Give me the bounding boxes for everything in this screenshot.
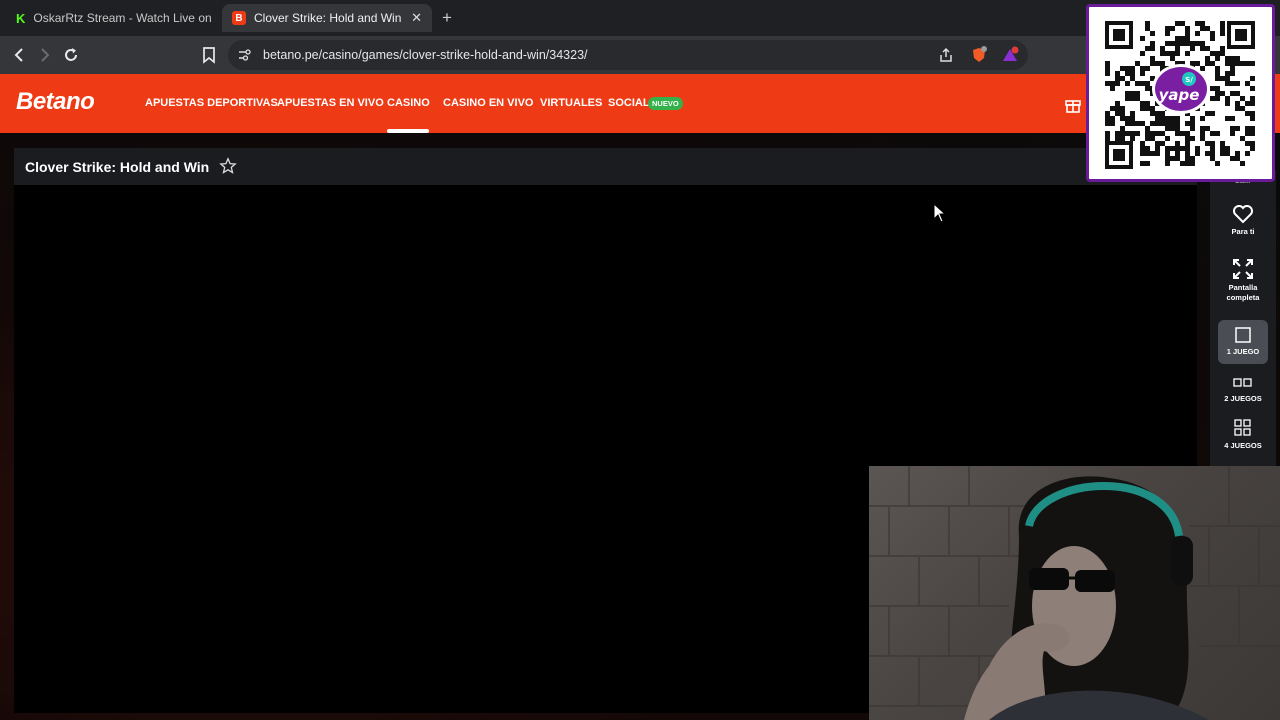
four-games-label: 4 JUEGOS [1224, 441, 1262, 450]
back-arrow-icon [14, 48, 23, 62]
forward-arrow-icon [41, 48, 50, 62]
kick-favicon-icon: K [16, 10, 26, 26]
fullscreen-icon [1233, 259, 1253, 279]
game-title: Clover Strike: Hold and Win [25, 159, 210, 175]
para-ti-label: Para ti [1231, 227, 1255, 236]
bookmark-button[interactable] [198, 44, 220, 66]
favorite-star-icon[interactable] [219, 157, 237, 175]
one-game-button[interactable]: 1 JUEGO [1218, 320, 1268, 364]
close-tab-icon[interactable]: ✕ [411, 10, 422, 26]
streamer-webcam-image [869, 466, 1280, 720]
four-games-button[interactable]: 4 JUEGOS [1210, 418, 1276, 451]
webcam-overlay [869, 466, 1280, 720]
game-sidebar: Salir Para ti Pantalla completa 1 JUEGO … [1210, 170, 1276, 466]
single-game-icon [1235, 327, 1251, 343]
yape-qr-overlay: S/ yape [1086, 4, 1275, 182]
nav-apuestas-deportivas[interactable]: APUESTAS DEPORTIVAS [145, 97, 278, 109]
mouse-cursor-icon [933, 203, 947, 223]
tab-kick-stream[interactable]: K OskarRtz Stream - Watch Live on Kick [6, 4, 216, 32]
nav-apuestas-en-vivo[interactable]: APUESTAS EN VIVO [277, 97, 384, 109]
betano-favicon-icon: B [232, 11, 246, 25]
fullscreen-label: Pantalla completa [1226, 283, 1260, 302]
game-header: Clover Strike: Hold and Win [14, 148, 1197, 185]
site-settings-icon[interactable] [237, 48, 251, 62]
nav-casino[interactable]: CASINO [387, 97, 430, 109]
address-bar[interactable]: betano.pe/casino/games/clover-strike-hol… [228, 40, 1028, 70]
brave-rewards-icon[interactable] [1000, 46, 1020, 64]
tab-betano-game[interactable]: B Clover Strike: Hold and Win - Jue ✕ [222, 4, 432, 32]
yape-brand-text: yape [1159, 86, 1200, 104]
one-game-label: 1 JUEGO [1226, 347, 1260, 356]
nav-casino-en-vivo[interactable]: CASINO EN VIVO [443, 97, 533, 109]
brave-shields-icon[interactable] [970, 46, 988, 64]
four-games-icon [1234, 419, 1251, 436]
fullscreen-button[interactable]: Pantalla completa [1210, 258, 1276, 303]
share-icon[interactable] [938, 47, 954, 63]
bookmark-icon [203, 47, 215, 64]
back-button[interactable] [8, 44, 30, 66]
forward-button[interactable] [34, 44, 56, 66]
heart-icon [1233, 205, 1253, 224]
betano-logo[interactable]: Betano [16, 88, 95, 116]
gift-icon[interactable] [1064, 95, 1082, 113]
reload-button[interactable] [60, 44, 82, 66]
two-games-button[interactable]: 2 JUEGOS [1210, 375, 1276, 404]
tab-title: OskarRtz Stream - Watch Live on Kick [33, 11, 216, 25]
nuevo-badge: NUEVO [648, 97, 683, 110]
reload-icon [65, 48, 77, 61]
new-tab-button[interactable]: + [442, 8, 452, 28]
two-games-icon [1233, 378, 1252, 387]
two-games-label: 2 JUEGOS [1224, 394, 1262, 403]
nav-social[interactable]: SOCIAL [608, 97, 650, 109]
url-text: betano.pe/casino/games/clover-strike-hol… [263, 48, 588, 62]
para-ti-button[interactable]: Para ti [1210, 204, 1276, 237]
yape-currency: S/ [1185, 76, 1193, 84]
tab-title: Clover Strike: Hold and Win - Jue [254, 11, 404, 25]
nav-virtuales[interactable]: VIRTUALES [540, 97, 602, 109]
yape-logo: S/ yape [1152, 64, 1210, 114]
